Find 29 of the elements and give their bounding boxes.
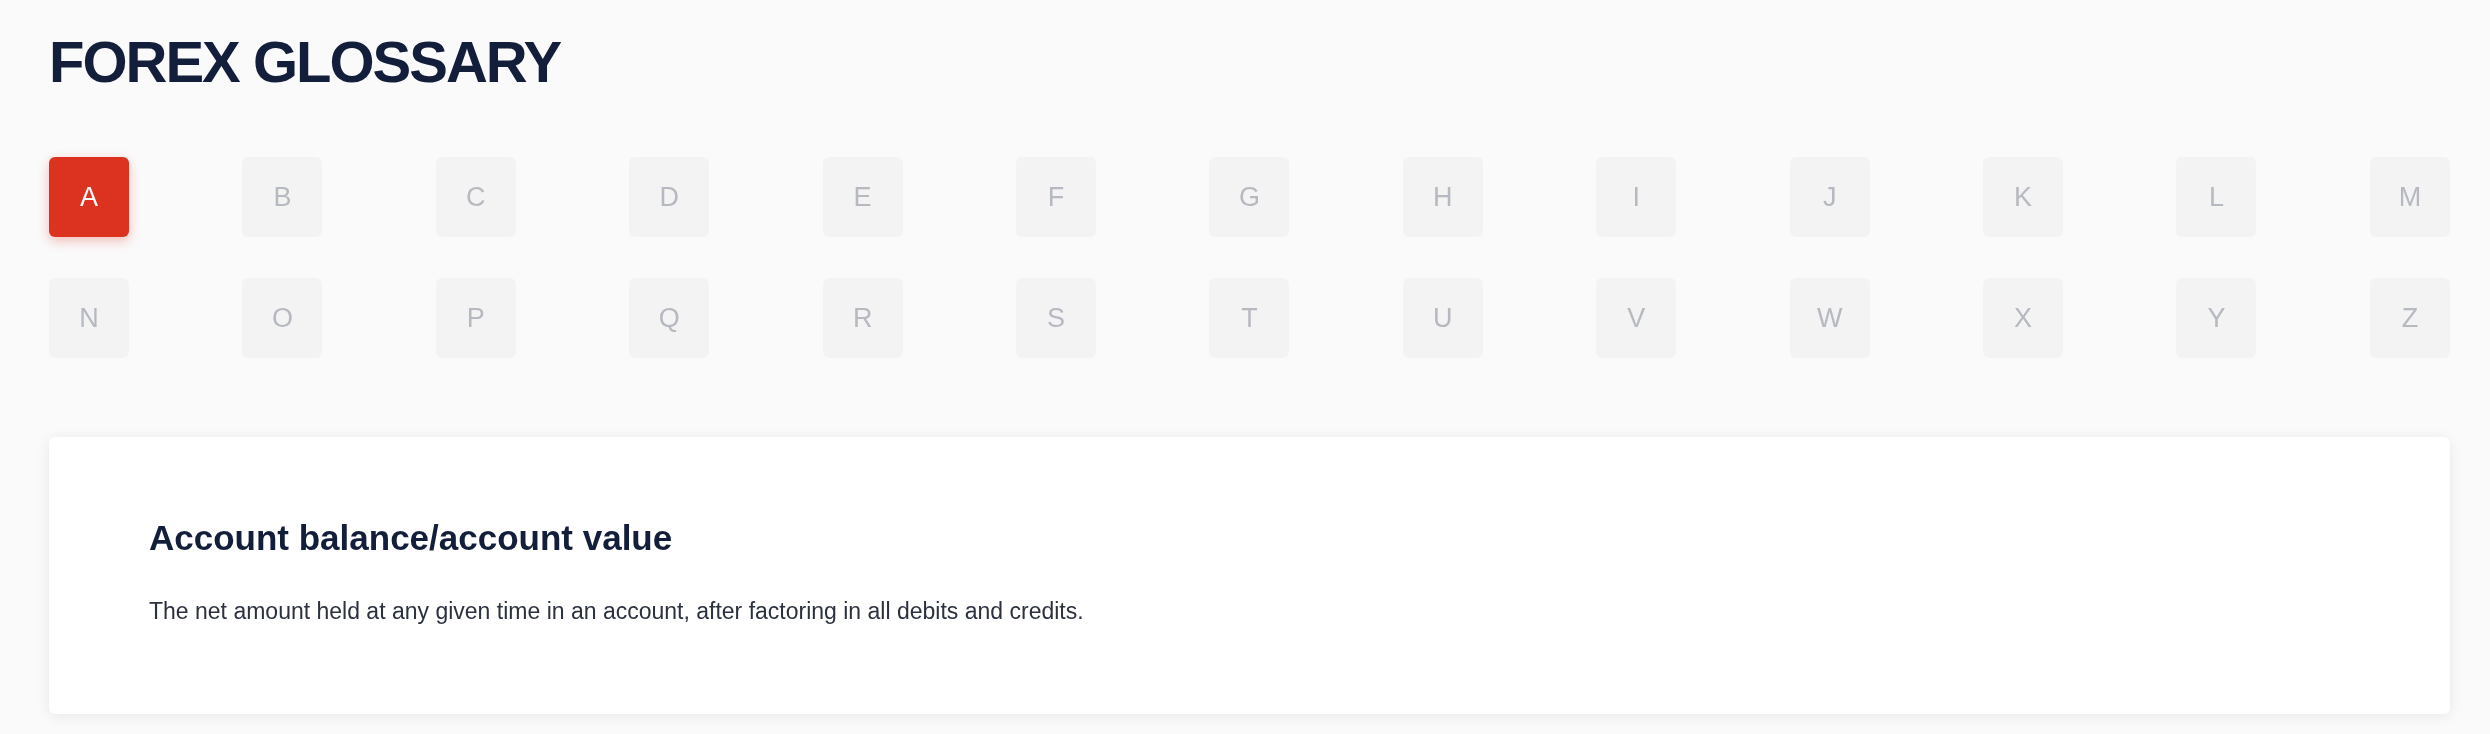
letter-button[interactable]: L [2176, 157, 2257, 237]
letter-button[interactable]: O [242, 278, 323, 358]
letter-button[interactable]: Y [2176, 278, 2257, 358]
letter-button[interactable]: T [1209, 278, 1290, 358]
letter-button[interactable]: C [435, 157, 516, 237]
page-title: FOREX GLOSSARY [49, 33, 561, 91]
letter-button[interactable]: A [49, 157, 129, 237]
letter-button[interactable]: J [1789, 157, 1870, 237]
letter-button[interactable]: M [2369, 157, 2450, 237]
letter-button[interactable]: F [1016, 157, 1097, 237]
letter-button[interactable]: R [822, 278, 903, 358]
letter-button[interactable]: V [1596, 278, 1677, 358]
letter-button[interactable]: W [1789, 278, 1870, 358]
letter-button[interactable]: B [242, 157, 323, 237]
letter-button[interactable]: I [1596, 157, 1677, 237]
term-definition: The net amount held at any given time in an account, after factoring in all debits and credits. [149, 597, 1084, 626]
letter-button[interactable]: X [1983, 278, 2064, 358]
letter-button[interactable]: G [1209, 157, 1290, 237]
letter-button[interactable]: D [629, 157, 710, 237]
letter-button[interactable]: E [822, 157, 903, 237]
letter-button[interactable]: K [1983, 157, 2064, 237]
letter-button[interactable]: S [1016, 278, 1097, 358]
letter-button[interactable]: H [1402, 157, 1483, 237]
letter-button[interactable]: U [1402, 278, 1483, 358]
letter-button[interactable]: P [435, 278, 516, 358]
letter-button[interactable]: Q [629, 278, 710, 358]
letter-button[interactable]: N [49, 278, 129, 358]
letter-button[interactable]: Z [2369, 278, 2450, 358]
term-heading: Account balance/account value [149, 517, 673, 559]
